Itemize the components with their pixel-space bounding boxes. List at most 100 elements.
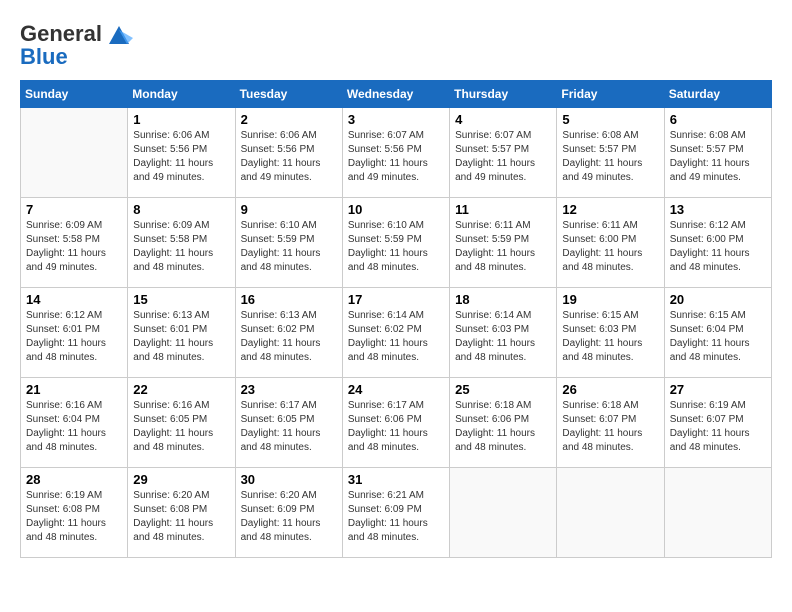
day-info: Sunrise: 6:10 AMSunset: 5:59 PMDaylight:… <box>241 219 337 275</box>
calendar-cell: 21Sunrise: 6:16 AMSunset: 6:04 PMDayligh… <box>21 378 128 468</box>
day-info: Sunrise: 6:07 AMSunset: 5:57 PMDaylight:… <box>455 129 551 185</box>
calendar-cell: 22 Sunrise: 6:16 AMSunset: 6:05 PMDayligh… <box>128 378 235 468</box>
calendar-cell: 10 Sunrise: 6:10 AMSunset: 5:59 PMDayligh… <box>342 198 449 288</box>
calendar-cell: 1 Sunrise: 6:06 AMSunset: 5:56 PMDaylight… <box>128 108 235 198</box>
calendar-cell: 15 Sunrise: 6:13 AMSunset: 6:01 PMDayligh… <box>128 288 235 378</box>
logo-icon <box>105 20 133 48</box>
calendar-table: SundayMondayTuesdayWednesdayThursdayFrid… <box>20 80 772 558</box>
day-number: 25 <box>455 382 551 397</box>
calendar-cell: 7 Sunrise: 6:09 AMSunset: 5:58 PMDaylight… <box>21 198 128 288</box>
day-info: Sunrise: 6:08 AMSunset: 5:57 PMDaylight:… <box>562 129 658 185</box>
calendar-cell: 3 Sunrise: 6:07 AMSunset: 5:56 PMDaylight… <box>342 108 449 198</box>
day-number: 11 <box>455 202 551 217</box>
calendar-cell: 6 Sunrise: 6:08 AMSunset: 5:57 PMDaylight… <box>664 108 771 198</box>
weekday-header-friday: Friday <box>557 81 664 108</box>
day-info: Sunrise: 6:14 AMSunset: 6:03 PMDaylight:… <box>455 309 551 365</box>
calendar-cell: 5 Sunrise: 6:08 AMSunset: 5:57 PMDaylight… <box>557 108 664 198</box>
logo: General Blue <box>20 20 133 70</box>
day-info: Sunrise: 6:13 AMSunset: 6:02 PMDaylight:… <box>241 309 337 365</box>
calendar-cell: 19Sunrise: 6:15 AMSunset: 6:03 PMDayligh… <box>557 288 664 378</box>
day-number: 2 <box>241 112 337 127</box>
day-info: Sunrise: 6:15 AMSunset: 6:03 PMDaylight:… <box>562 309 658 365</box>
day-info: Sunrise: 6:20 AMSunset: 6:08 PMDaylight:… <box>133 489 229 545</box>
day-number: 8 <box>133 202 229 217</box>
day-number: 3 <box>348 112 444 127</box>
day-info: Sunrise: 6:12 AMSunset: 6:01 PMDaylight:… <box>26 309 122 365</box>
calendar-cell: 13 Sunrise: 6:12 AMSunset: 6:00 PMDayligh… <box>664 198 771 288</box>
day-info: Sunrise: 6:14 AMSunset: 6:02 PMDaylight:… <box>348 309 444 365</box>
day-number: 21 <box>26 382 122 397</box>
day-info: Sunrise: 6:08 AMSunset: 5:57 PMDaylight:… <box>670 129 766 185</box>
weekday-header-sunday: Sunday <box>21 81 128 108</box>
day-info: Sunrise: 6:18 AMSunset: 6:06 PMDaylight:… <box>455 399 551 455</box>
calendar-cell: 31Sunrise: 6:21 AMSunset: 6:09 PMDayligh… <box>342 468 449 558</box>
day-info: Sunrise: 6:16 AMSunset: 6:05 PMDaylight:… <box>133 399 229 455</box>
day-number: 27 <box>670 382 766 397</box>
calendar-cell <box>557 468 664 558</box>
day-number: 7 <box>26 202 122 217</box>
day-info: Sunrise: 6:09 AMSunset: 5:58 PMDaylight:… <box>133 219 229 275</box>
day-info: Sunrise: 6:11 AMSunset: 6:00 PMDaylight:… <box>562 219 658 275</box>
day-number: 28 <box>26 472 122 487</box>
calendar-cell: 9 Sunrise: 6:10 AMSunset: 5:59 PMDaylight… <box>235 198 342 288</box>
day-info: Sunrise: 6:10 AMSunset: 5:59 PMDaylight:… <box>348 219 444 275</box>
day-number: 6 <box>670 112 766 127</box>
calendar-cell: 28 Sunrise: 6:19 AMSunset: 6:08 PMDayligh… <box>21 468 128 558</box>
calendar-cell: 26 Sunrise: 6:18 AMSunset: 6:07 PMDayligh… <box>557 378 664 468</box>
calendar-cell <box>664 468 771 558</box>
calendar-cell: 18Sunrise: 6:14 AMSunset: 6:03 PMDayligh… <box>450 288 557 378</box>
day-info: Sunrise: 6:12 AMSunset: 6:00 PMDaylight:… <box>670 219 766 275</box>
day-number: 5 <box>562 112 658 127</box>
day-info: Sunrise: 6:19 AMSunset: 6:07 PMDaylight:… <box>670 399 766 455</box>
day-info: Sunrise: 6:06 AMSunset: 5:56 PMDaylight:… <box>133 129 229 185</box>
day-info: Sunrise: 6:11 AMSunset: 5:59 PMDaylight:… <box>455 219 551 275</box>
day-number: 17 <box>348 292 444 307</box>
day-number: 30 <box>241 472 337 487</box>
day-number: 16 <box>241 292 337 307</box>
weekday-header-wednesday: Wednesday <box>342 81 449 108</box>
day-info: Sunrise: 6:09 AMSunset: 5:58 PMDaylight:… <box>26 219 122 275</box>
day-number: 9 <box>241 202 337 217</box>
day-number: 14 <box>26 292 122 307</box>
calendar-cell: 8 Sunrise: 6:09 AMSunset: 5:58 PMDaylight… <box>128 198 235 288</box>
calendar-cell <box>21 108 128 198</box>
day-number: 13 <box>670 202 766 217</box>
day-info: Sunrise: 6:07 AMSunset: 5:56 PMDaylight:… <box>348 129 444 185</box>
calendar-header: SundayMondayTuesdayWednesdayThursdayFrid… <box>21 81 772 108</box>
calendar-cell: 27 Sunrise: 6:19 AMSunset: 6:07 PMDayligh… <box>664 378 771 468</box>
day-info: Sunrise: 6:19 AMSunset: 6:08 PMDaylight:… <box>26 489 122 545</box>
day-info: Sunrise: 6:15 AMSunset: 6:04 PMDaylight:… <box>670 309 766 365</box>
calendar-cell: 2 Sunrise: 6:06 AMSunset: 5:56 PMDaylight… <box>235 108 342 198</box>
calendar-cell: 29 Sunrise: 6:20 AMSunset: 6:08 PMDayligh… <box>128 468 235 558</box>
day-number: 20 <box>670 292 766 307</box>
weekday-header-saturday: Saturday <box>664 81 771 108</box>
day-number: 29 <box>133 472 229 487</box>
day-number: 10 <box>348 202 444 217</box>
calendar-cell <box>450 468 557 558</box>
weekday-header-monday: Monday <box>128 81 235 108</box>
calendar-cell: 11 Sunrise: 6:11 AMSunset: 5:59 PMDayligh… <box>450 198 557 288</box>
day-info: Sunrise: 6:18 AMSunset: 6:07 PMDaylight:… <box>562 399 658 455</box>
day-number: 1 <box>133 112 229 127</box>
calendar-cell: 24Sunrise: 6:17 AMSunset: 6:06 PMDayligh… <box>342 378 449 468</box>
day-info: Sunrise: 6:13 AMSunset: 6:01 PMDaylight:… <box>133 309 229 365</box>
day-number: 26 <box>562 382 658 397</box>
calendar-cell: 17 Sunrise: 6:14 AMSunset: 6:02 PMDayligh… <box>342 288 449 378</box>
calendar-cell: 4 Sunrise: 6:07 AMSunset: 5:57 PMDaylight… <box>450 108 557 198</box>
day-number: 22 <box>133 382 229 397</box>
calendar-cell: 20 Sunrise: 6:15 AMSunset: 6:04 PMDayligh… <box>664 288 771 378</box>
calendar-cell: 16 Sunrise: 6:13 AMSunset: 6:02 PMDayligh… <box>235 288 342 378</box>
day-number: 12 <box>562 202 658 217</box>
day-info: Sunrise: 6:20 AMSunset: 6:09 PMDaylight:… <box>241 489 337 545</box>
day-info: Sunrise: 6:06 AMSunset: 5:56 PMDaylight:… <box>241 129 337 185</box>
day-info: Sunrise: 6:21 AMSunset: 6:09 PMDaylight:… <box>348 489 444 545</box>
weekday-header-thursday: Thursday <box>450 81 557 108</box>
calendar-cell: 14 Sunrise: 6:12 AMSunset: 6:01 PMDayligh… <box>21 288 128 378</box>
calendar-cell: 30 Sunrise: 6:20 AMSunset: 6:09 PMDayligh… <box>235 468 342 558</box>
day-number: 15 <box>133 292 229 307</box>
calendar-cell: 25 Sunrise: 6:18 AMSunset: 6:06 PMDayligh… <box>450 378 557 468</box>
weekday-header-tuesday: Tuesday <box>235 81 342 108</box>
day-number: 4 <box>455 112 551 127</box>
calendar-cell: 12 Sunrise: 6:11 AMSunset: 6:00 PMDayligh… <box>557 198 664 288</box>
day-info: Sunrise: 6:17 AMSunset: 6:06 PMDaylight:… <box>348 399 444 455</box>
